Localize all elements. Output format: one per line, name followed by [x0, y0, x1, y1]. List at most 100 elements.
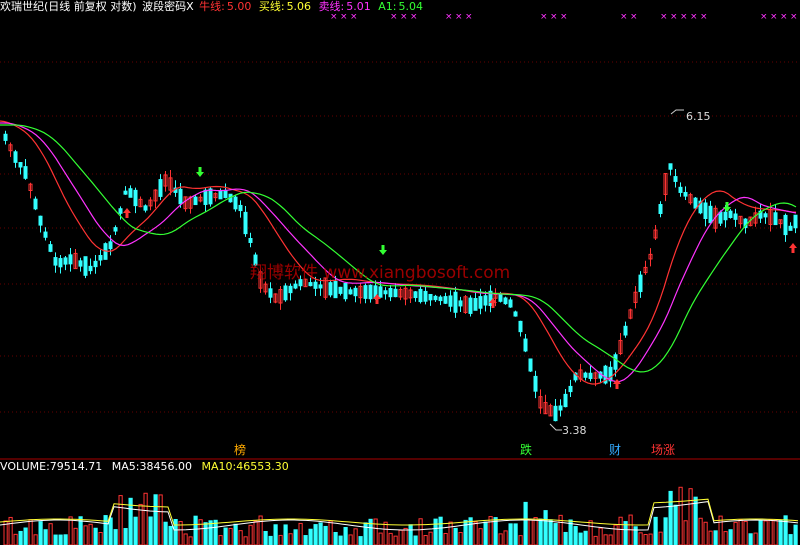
volume-bar: [518, 535, 523, 545]
volume-bar: [498, 533, 503, 545]
volume-bar: [653, 516, 658, 545]
volume-bar: [658, 531, 663, 545]
volume-ma5-line: [0, 501, 799, 531]
indicator-name: 波段密码X: [142, 0, 194, 13]
volume-bar: [663, 517, 668, 545]
candle-body: [433, 295, 438, 301]
volume-bar: [673, 504, 678, 545]
volume-bar: [343, 526, 348, 545]
ma5-label: MA5:: [111, 460, 140, 473]
ma-line-magenta: [0, 122, 797, 383]
volume-bar: [503, 530, 508, 545]
price-chart-panel[interactable]: × × × × × × × × × × × × × × × × × × × × × × × 6.15 3.38 翔博软件 www.…: [0, 14, 800, 460]
indicator-maixian-label: 买线:: [258, 0, 285, 13]
candle-body: [793, 214, 798, 229]
ma10-value: 46553.30: [236, 460, 289, 473]
volume-bar: [208, 520, 213, 545]
volume-bar: [213, 519, 218, 545]
volume-bar: [268, 535, 273, 545]
signal-marker: ×: [340, 14, 348, 22]
volume-bar: [563, 531, 568, 545]
volume-bar: [598, 527, 603, 545]
candle-body: [428, 293, 433, 301]
indicator-maichuxian-label: 卖线:: [318, 0, 345, 13]
volume-bar: [773, 519, 778, 545]
volume-bar: [553, 523, 558, 545]
volume-bar: [393, 535, 398, 545]
candle-body: [533, 375, 538, 392]
candle-body: [508, 299, 513, 308]
candle-body: [733, 213, 738, 220]
volume-bar: [88, 523, 93, 545]
signal-marker: ×: [790, 14, 798, 22]
candle-body: [193, 196, 198, 206]
volume-bar: [358, 536, 363, 545]
volume-bar: [388, 532, 393, 545]
candle-body: [78, 260, 83, 267]
candle-body: [568, 385, 573, 393]
candle-body: [158, 179, 163, 197]
event-label: 榜: [234, 442, 246, 457]
candle-body: [133, 189, 138, 207]
candle-body: [368, 284, 373, 300]
low-leader-line: [549, 423, 562, 431]
volume-bar: [538, 518, 543, 545]
indicator-a1-label: A1:: [378, 0, 397, 13]
candle-body: [93, 260, 98, 268]
candle-body: [503, 297, 508, 305]
volume-bar: [328, 520, 333, 545]
indicator-niuxian: 牛线: 5.00: [199, 0, 257, 13]
volume-bar: [748, 533, 753, 545]
volume-bar: [713, 530, 718, 545]
signal-marker: ×: [410, 14, 418, 22]
volume-bar: [63, 534, 68, 545]
candle-body: [3, 133, 8, 141]
candle-body: [683, 191, 688, 197]
volume-bar: [13, 533, 18, 545]
candle-body: [478, 296, 483, 309]
stock-title: 欢瑞世纪(日线 前复权 对数): [0, 0, 137, 13]
candle-body: [673, 176, 678, 182]
candle-body: [393, 288, 398, 298]
candle-body: [378, 286, 383, 298]
volume-bar: [253, 520, 258, 545]
volume-bar: [318, 522, 323, 545]
candle-body: [63, 257, 68, 265]
volume-bar: [23, 527, 28, 545]
candle-body: [143, 205, 148, 211]
volume-bar: [723, 531, 728, 545]
volume-bar: [548, 519, 553, 545]
volume-bar: [243, 536, 248, 545]
candle-body: [468, 297, 473, 314]
volume-bar: [278, 534, 283, 545]
price-chart-canvas[interactable]: × × × × × × × × × × × × × × × × × × × × × × ×6.153.38翔博软件 www.…: [0, 14, 800, 460]
volume-bar: [263, 530, 268, 545]
volume-bar: [608, 534, 613, 545]
sell-arrow-icon: [613, 379, 621, 389]
volume-bar: [588, 520, 593, 545]
candle-body: [623, 325, 628, 336]
indicator-maichuxian-value: 5.01: [346, 0, 371, 13]
candle-body: [783, 214, 788, 236]
volume-bar: [113, 529, 118, 545]
volume-bar: [28, 519, 33, 545]
volume-bar: [353, 528, 358, 545]
volume-bar: [53, 534, 58, 545]
indicator-maixian-value: 5.06: [286, 0, 312, 13]
volume-chart-canvas[interactable]: [0, 474, 800, 545]
volume-bar: [443, 532, 448, 545]
volume-bar: [303, 535, 308, 545]
volume-chart-panel[interactable]: [0, 474, 800, 545]
candle-body: [293, 283, 298, 289]
volume-bar: [183, 533, 188, 545]
candle-body: [413, 291, 418, 299]
candle-body: [223, 190, 228, 199]
volume-bar: [418, 518, 423, 545]
volume-bar: [98, 532, 103, 545]
signal-marker: ×: [400, 14, 408, 22]
volume-bar: [593, 535, 598, 545]
volume-bar: [348, 534, 353, 545]
volume-bar: [778, 519, 783, 545]
volume-bar: [668, 490, 673, 545]
candle-body: [388, 287, 393, 298]
